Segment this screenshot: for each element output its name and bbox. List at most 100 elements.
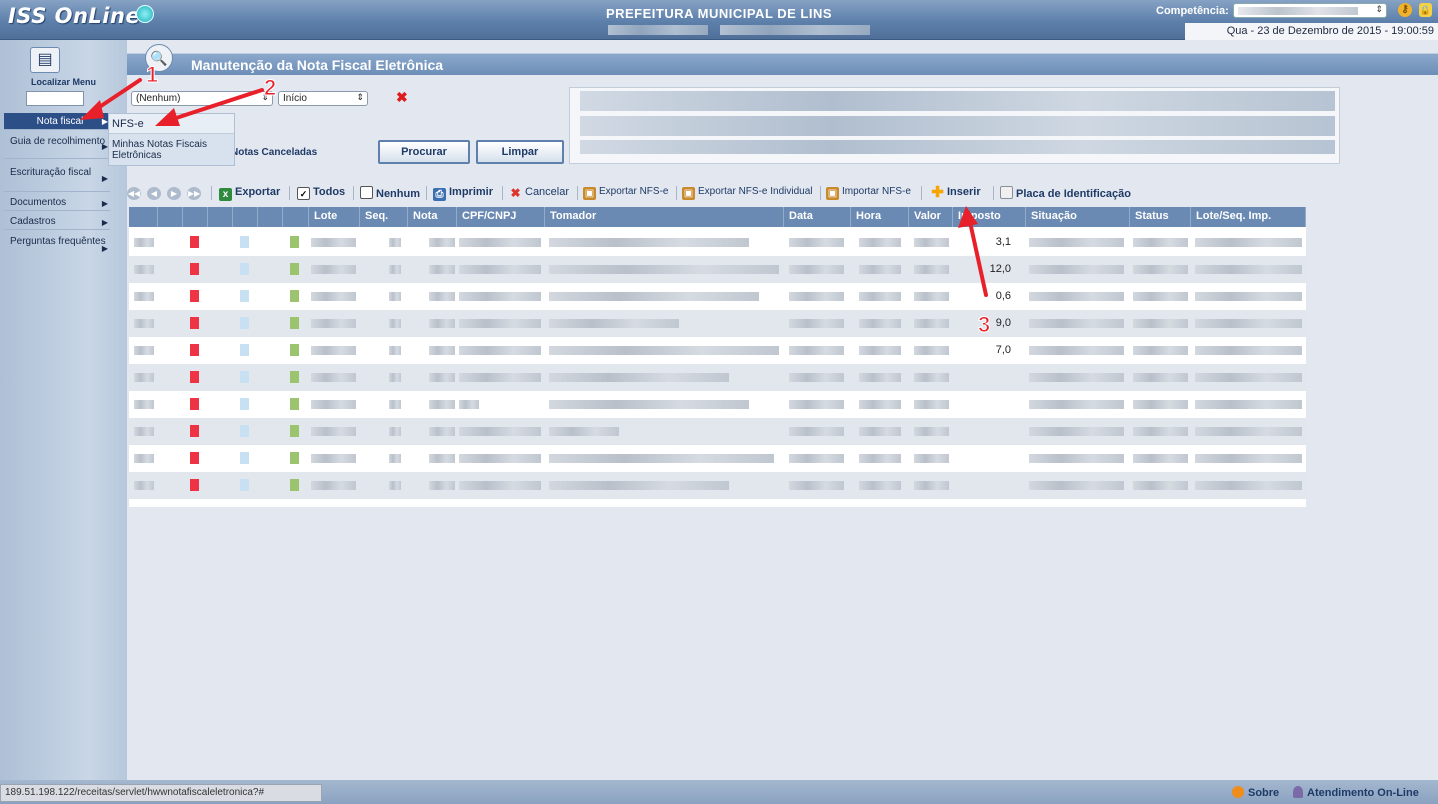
column-header-blank (258, 207, 283, 227)
filter-select-1[interactable]: (Nenhum) ⇕ (131, 91, 273, 106)
limpar-button[interactable]: Limpar (476, 140, 564, 164)
table-row[interactable] (129, 418, 1306, 445)
table-row[interactable]: 9,0 (129, 310, 1306, 337)
column-header-lote[interactable]: Lote (309, 207, 360, 227)
notas-table: Lote Seq. Nota CPF/CNPJ Tomador Data Hor… (129, 207, 1306, 507)
last-page-icon[interactable]: ▶▶ (187, 187, 201, 200)
redacted-cell (549, 292, 759, 301)
table-row[interactable]: 0,6 (129, 283, 1306, 310)
sidebar-item-escrituracao[interactable]: Escrituração fiscal ▶ (4, 165, 110, 192)
redacted-cell (914, 292, 949, 301)
column-header-nota[interactable]: Nota (408, 207, 457, 227)
table-row[interactable] (129, 391, 1306, 418)
sidebar-item-cadastros[interactable]: Cadastros ▶ (4, 214, 110, 230)
toolbar-divider (211, 186, 212, 200)
redacted-cell (429, 319, 455, 328)
redacted-cell (1029, 454, 1124, 463)
inserir-button[interactable]: ✚ Inserir (931, 185, 980, 200)
redacted-cell (914, 319, 949, 328)
redacted-cell (789, 454, 844, 463)
redacted-cell (1029, 427, 1124, 436)
redacted-cell (859, 292, 901, 301)
exportar-nfse-button[interactable]: ▣ Exportar NFS-e (583, 186, 668, 200)
sobre-link[interactable]: Sobre (1232, 786, 1279, 799)
nenhum-label: Nenhum (376, 188, 420, 200)
exportar-nfse-individual-label: Exportar NFS-e Individual (698, 186, 813, 197)
column-header-lote-seq-imp[interactable]: Lote/Seq. Imp. (1191, 207, 1306, 227)
todos-button[interactable]: ✓ Todos (297, 186, 345, 200)
procurar-button[interactable]: Procurar (378, 140, 470, 164)
clear-filter-icon[interactable]: ✖ (396, 89, 408, 106)
column-header-blank (129, 207, 158, 227)
checkbox-checked-icon: ✓ (297, 187, 310, 200)
placa-identificacao-button[interactable]: Placa de Identificação (1000, 186, 1131, 200)
sidebar-item-documentos[interactable]: Documentos ▶ (4, 195, 110, 211)
table-row[interactable] (129, 472, 1306, 499)
redacted-cell (1195, 400, 1302, 409)
table-row[interactable]: 12,0 (129, 256, 1306, 283)
filter-select-2[interactable]: Início ⇕ (278, 91, 368, 106)
placa-label: Placa de Identificação (1016, 188, 1131, 200)
submenu-item-nfse[interactable]: NFS-e (109, 114, 234, 134)
lock-icon[interactable]: 🔒 (1419, 3, 1432, 17)
grid-toolbar: ◀◀ ◀ ▶ ▶▶ x Exportar ✓ Todos Nenhum ⎙ Impri… (127, 183, 1307, 203)
key-icon[interactable]: ⚷ (1398, 3, 1412, 17)
atendimento-online-link[interactable]: Atendimento On-Line (1293, 786, 1419, 799)
redacted-cell (1195, 292, 1302, 301)
imprimir-button[interactable]: ⎙ Imprimir (433, 186, 493, 201)
redacted-cell (1133, 400, 1188, 409)
table-row[interactable]: 3,1 (129, 229, 1306, 256)
redacted-cell (859, 319, 901, 328)
status-green-marker (290, 479, 299, 491)
table-header: Lote Seq. Nota CPF/CNPJ Tomador Data Hor… (129, 207, 1306, 227)
redacted-cell (459, 481, 541, 490)
column-header-seq[interactable]: Seq. (360, 207, 408, 227)
sidebar-item-guia[interactable]: Guia de recolhimento ▶ (4, 134, 110, 159)
importar-nfse-button[interactable]: ▣ Importar NFS-e (826, 186, 911, 200)
redacted-cell (859, 265, 901, 274)
sidebar-item-nota-fiscal[interactable]: Nota fiscal ▶ (4, 113, 110, 130)
column-header-situacao[interactable]: Situação (1026, 207, 1130, 227)
status-green-marker (290, 236, 299, 248)
submenu-item-minhas-notas[interactable]: Minhas Notas Fiscais Eletrônicas (112, 139, 232, 161)
competencia-select[interactable]: ⇕ (1233, 3, 1387, 18)
redacted-cell (549, 481, 729, 490)
column-header-cpf-cnpj[interactable]: CPF/CNPJ (457, 207, 545, 227)
cancelar-button[interactable]: ✖ Cancelar (509, 186, 569, 200)
status-blue-marker (240, 290, 249, 302)
nenhum-button[interactable]: Nenhum (360, 186, 420, 200)
table-row[interactable]: 7,0 (129, 337, 1306, 364)
redacted-cell (459, 427, 541, 436)
redacted-cell (1133, 346, 1188, 355)
sidebar-item-perguntas[interactable]: Perguntas frequêntes ▶ (4, 234, 110, 261)
redacted-cell (134, 265, 154, 274)
table-row[interactable] (129, 445, 1306, 472)
next-page-icon[interactable]: ▶ (167, 187, 181, 200)
exportar-nfse-label: Exportar NFS-e (599, 186, 669, 197)
column-header-data[interactable]: Data (784, 207, 851, 227)
search-menu-input[interactable] (26, 91, 84, 106)
column-header-tomador[interactable]: Tomador (545, 207, 784, 227)
redacted-cell (859, 373, 901, 382)
column-header-hora[interactable]: Hora (851, 207, 909, 227)
redacted-cell (789, 400, 844, 409)
column-header-valor[interactable]: Valor (909, 207, 953, 227)
redacted-filter-row (580, 91, 1335, 111)
column-header-status[interactable]: Status (1130, 207, 1191, 227)
column-header-imposto[interactable]: Imposto (953, 207, 1026, 227)
previous-page-icon[interactable]: ◀ (147, 187, 161, 200)
redacted-cell (859, 427, 901, 436)
table-row[interactable] (129, 364, 1306, 391)
exportar-nfse-individual-button[interactable]: ▣ Exportar NFS-e Individual (682, 186, 813, 200)
status-blue-marker (240, 425, 249, 437)
redacted-cell (134, 400, 154, 409)
first-page-icon[interactable]: ◀◀ (127, 187, 141, 200)
redacted-cell (429, 373, 455, 382)
redacted-cell (1195, 265, 1302, 274)
menu-documents-icon[interactable]: ▤ (30, 47, 60, 73)
page-title: Manutenção da Nota Fiscal Eletrônica (191, 57, 444, 73)
exportar-button[interactable]: x Exportar (219, 186, 280, 201)
redacted-cell (549, 454, 774, 463)
redacted-cell (789, 238, 844, 247)
package-icon: ▣ (826, 187, 839, 200)
